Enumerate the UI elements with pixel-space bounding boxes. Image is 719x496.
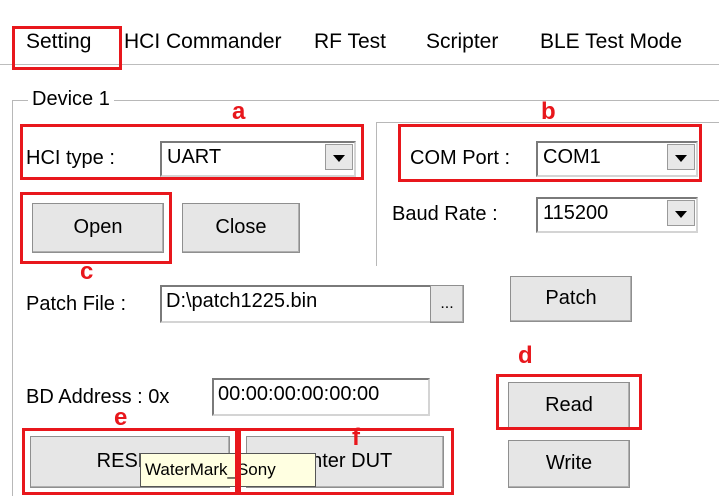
annotation-box-a: [20, 124, 364, 180]
tab-ble-test-mode[interactable]: BLE Test Mode: [534, 22, 719, 62]
tab-strip-top: [0, 0, 719, 18]
patch-file-label: Patch File :: [26, 293, 127, 315]
annotation-label-b: b: [541, 98, 556, 125]
annotation-label-e: e: [114, 404, 128, 431]
write-button[interactable]: Write: [508, 440, 630, 488]
bd-address-label: BD Address : 0x: [26, 386, 170, 408]
patch-button[interactable]: Patch: [510, 276, 632, 322]
annotation-box-b: [398, 124, 702, 182]
patch-file-input[interactable]: D:\patch1225.bin: [160, 285, 432, 323]
annotation-label-c: c: [80, 258, 94, 285]
annotation-box-f: [238, 428, 454, 495]
browse-button[interactable]: ...: [430, 285, 464, 323]
annotation-box-c: [20, 192, 172, 264]
annotation-box-d: [496, 374, 642, 430]
tab-hci-commander[interactable]: HCI Commander: [118, 22, 320, 62]
tab-rf-test[interactable]: RF Test: [308, 22, 432, 62]
device-group-label: Device 1: [28, 88, 114, 111]
annotation-label-f: f: [352, 424, 360, 451]
annotation-label-a: a: [232, 98, 246, 125]
tab-scripter[interactable]: Scripter: [420, 22, 546, 62]
baud-rate-select[interactable]: 115200: [536, 197, 698, 233]
annotation-box-e: [22, 428, 238, 495]
baud-rate-value: 115200: [543, 202, 609, 224]
chevron-down-icon[interactable]: [667, 200, 695, 226]
close-button[interactable]: Close: [182, 203, 300, 253]
baud-rate-label: Baud Rate :: [392, 203, 498, 225]
bd-address-input[interactable]: 00:00:00:00:00:00: [212, 378, 430, 416]
annotation-label-d: d: [518, 342, 533, 369]
annotation-box-tab: [12, 26, 122, 70]
